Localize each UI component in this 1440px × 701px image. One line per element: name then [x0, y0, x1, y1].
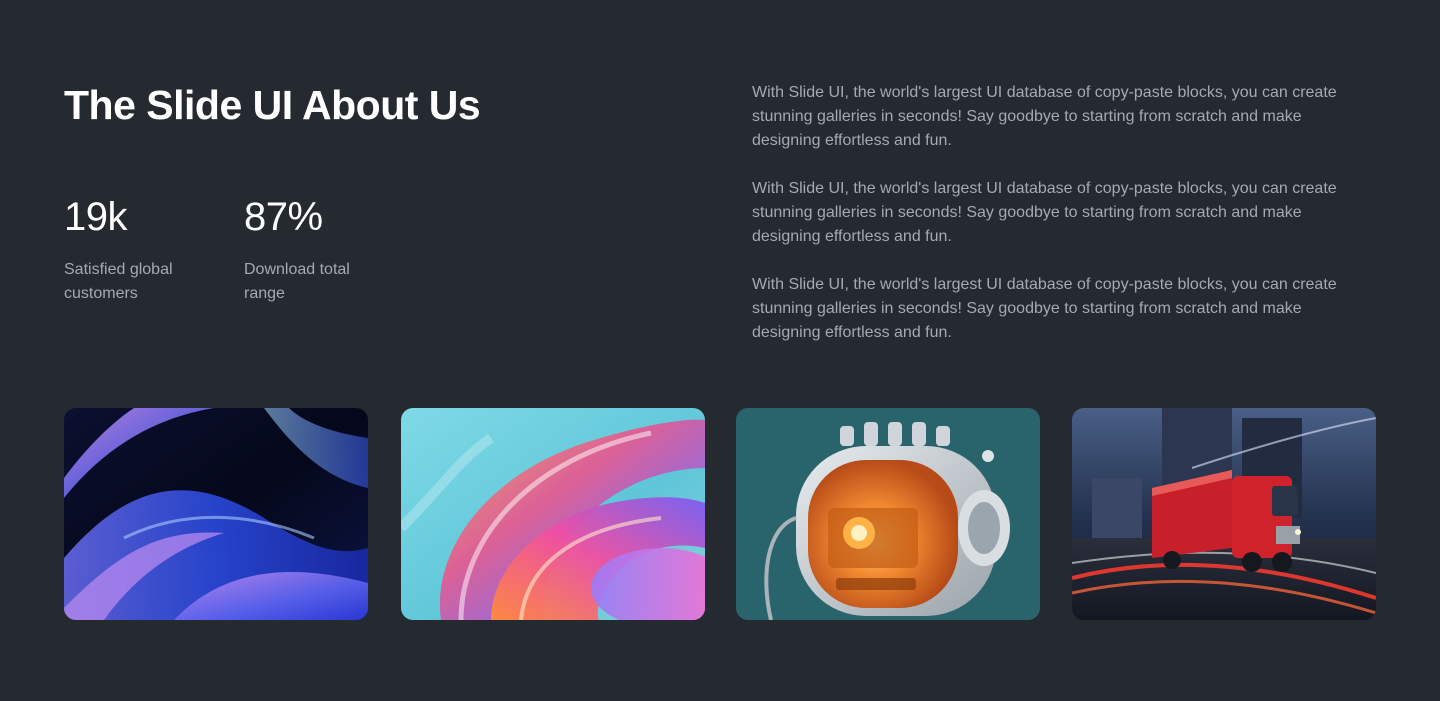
abstract-glass-swirl-image — [401, 408, 705, 620]
red-truck-night-image — [1072, 408, 1376, 620]
page-title: The Slide UI About Us — [64, 82, 481, 128]
stat-label: Download total range — [244, 261, 350, 302]
stat-downloads: 87% Download total range — [244, 194, 404, 306]
gallery-image-2[interactable] — [401, 408, 705, 620]
gallery-image-4[interactable] — [1072, 408, 1376, 620]
stat-label: Satisfied global customers — [64, 261, 173, 302]
stat-value: 87% — [244, 195, 323, 239]
stat-customers: 19k Satisfied global customers — [64, 194, 224, 306]
description-paragraph: With Slide UI, the world's largest UI da… — [752, 84, 1337, 149]
description-block: With Slide UI, the world's largest UI da… — [752, 81, 1360, 369]
about-section: The Slide UI About Us 19k Satisfied glob… — [0, 0, 1440, 701]
description-paragraph: With Slide UI, the world's largest UI da… — [752, 180, 1337, 245]
description-paragraph: With Slide UI, the world's largest UI da… — [752, 276, 1337, 341]
gallery-image-3[interactable] — [736, 408, 1040, 620]
image-gallery — [64, 408, 1376, 620]
stat-value: 19k — [64, 195, 128, 239]
gallery-image-1[interactable] — [64, 408, 368, 620]
abstract-blue-waves-image — [64, 408, 368, 620]
orange-robot-device-image — [736, 408, 1040, 620]
